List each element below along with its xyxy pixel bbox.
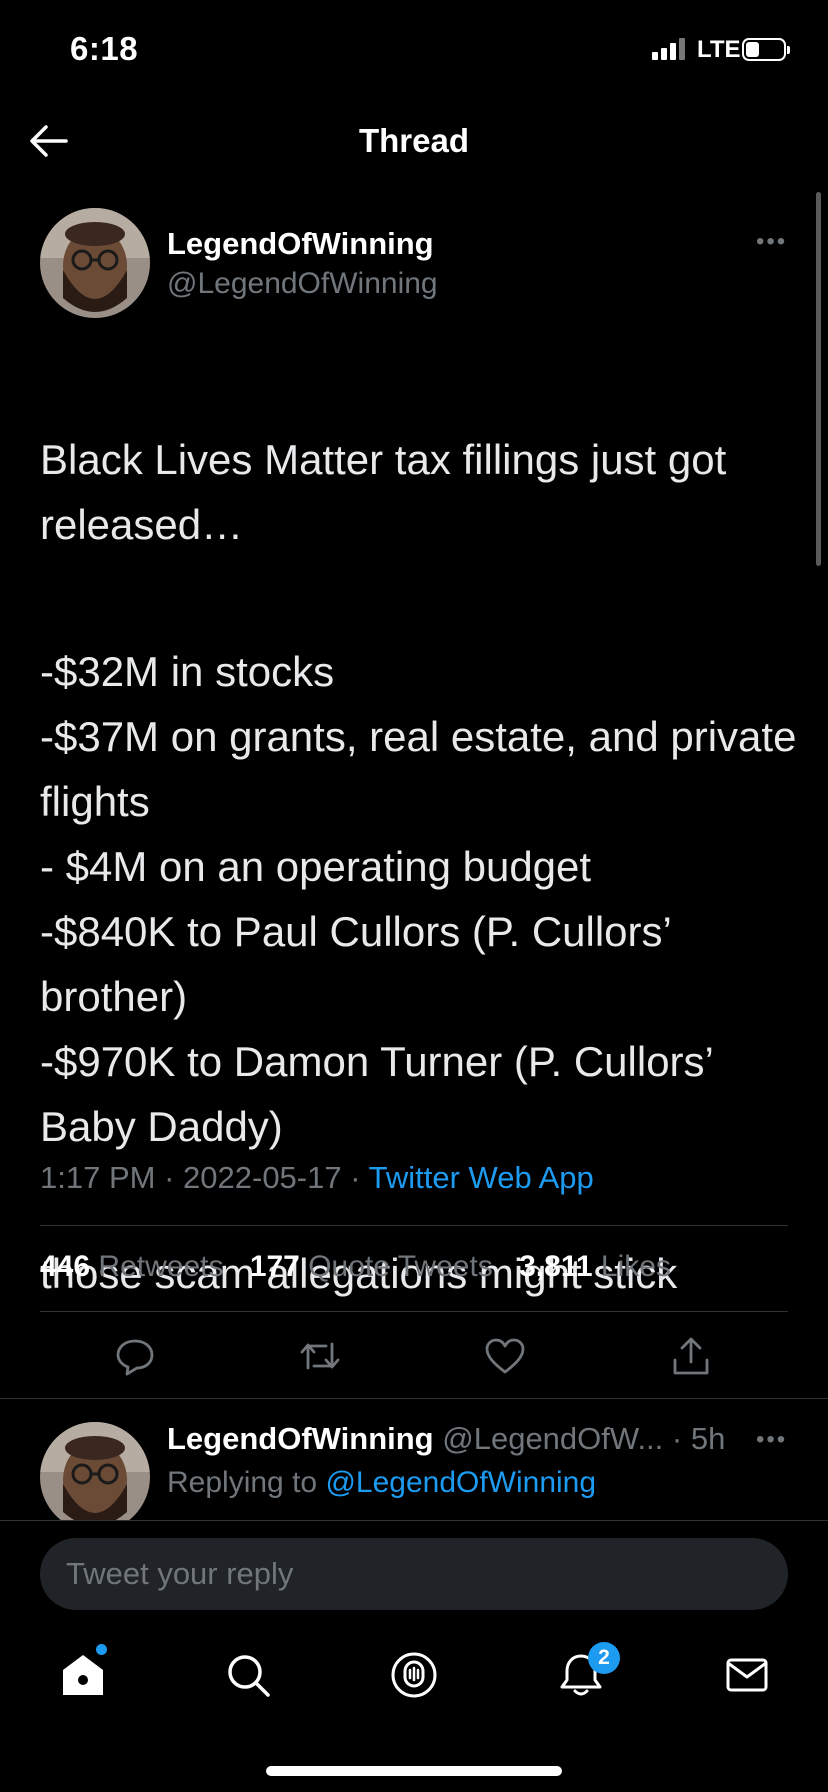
page-title: Thread [358,122,470,159]
home-icon [63,1655,103,1695]
reply-button[interactable] [113,1334,157,1378]
status-bar: 6:18 LTE [0,0,828,100]
divider [40,1225,788,1226]
reply-header[interactable]: LegendOfWinning @LegendOfW... · 5h [167,1421,725,1457]
divider [40,1311,788,1312]
signal-icon [652,38,688,60]
battery-icon [742,38,790,61]
search-icon [228,1655,270,1697]
network-label: LTE [697,36,741,63]
tweet-time: 1:17 PM [40,1160,156,1195]
tab-spaces[interactable] [389,1650,439,1700]
author-name[interactable]: LegendOfWinning [167,226,434,262]
home-notification-dot [96,1644,107,1655]
replying-to: Replying to @LegendOfWinning [167,1466,596,1500]
reply-time: · 5h [671,1421,726,1456]
thread-header: Thread [0,100,828,180]
tweet-meta: 1:17 PM · 2022-05-17 · Twitter Web App [40,1160,594,1196]
reply-avatar[interactable] [40,1422,150,1532]
meta-separator: · [164,1160,175,1195]
share-button[interactable] [669,1334,713,1378]
retweet-icon [300,1342,340,1370]
retweets-stat[interactable]: 446 Retweets [40,1250,223,1283]
heart-icon [485,1338,525,1374]
like-button[interactable] [483,1334,527,1378]
quotes-count: 177 [249,1250,300,1283]
retweet-button[interactable] [298,1334,342,1378]
tweet-date: 2022-05-17 [183,1160,342,1195]
reply-input[interactable] [40,1538,788,1610]
tab-home[interactable] [58,1650,108,1700]
retweets-label: Retweets [98,1250,224,1283]
tweet-paragraph: Black Lives Matter tax fillings just got… [40,436,727,548]
divider [0,1398,828,1399]
reply-author-name: LegendOfWinning [167,1421,434,1456]
likes-label: Likes [600,1250,671,1283]
avatar[interactable] [40,208,150,318]
replying-to-label: Replying to [167,1466,318,1499]
tweet-paragraph: -$32M in stocks -$37M on grants, real es… [40,648,797,1150]
reply-author-handle: @LegendOfW... [442,1421,664,1456]
reply-more-options-icon[interactable]: ••• [756,1426,787,1454]
scrollbar[interactable] [816,192,821,566]
quotes-stat[interactable]: 177 Quote Tweets [250,1250,493,1283]
quotes-label: Quote Tweets [308,1250,493,1283]
status-time: 6:18 [70,30,139,67]
tweet-stats: 446 Retweets 177 Quote Tweets 3,811 Like… [40,1250,689,1284]
tweet-text: Black Lives Matter tax fillings just got… [40,362,800,1388]
more-options-icon[interactable]: ••• [756,228,787,256]
reply-icon [116,1339,154,1376]
home-indicator[interactable] [266,1766,562,1776]
likes-stat[interactable]: 3,811 Likes [519,1250,671,1283]
author-handle[interactable]: @LegendOfWinning [167,267,438,301]
likes-count: 3,811 [519,1250,593,1283]
divider [0,1520,828,1521]
notifications-badge: 2 [588,1642,620,1674]
mail-icon [726,1658,768,1692]
spaces-icon [391,1652,437,1698]
replying-to-mention[interactable]: @LegendOfWinning [325,1466,596,1499]
meta-separator: · [350,1160,361,1195]
retweets-count: 446 [40,1250,91,1283]
share-icon [673,1337,709,1375]
tab-search[interactable] [223,1650,273,1700]
tweet-source-link[interactable]: Twitter Web App [369,1160,594,1195]
tab-messages[interactable] [722,1650,772,1700]
